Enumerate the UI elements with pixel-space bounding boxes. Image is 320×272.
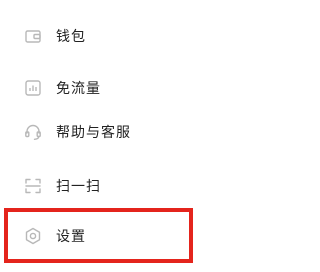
scan-icon [22,175,44,197]
menu-item-label: 免流量 [56,81,101,97]
data-usage-icon [22,77,44,99]
menu-item-label: 帮助与客服 [56,125,131,141]
menu-item-free-data[interactable]: 免流量 [0,68,240,108]
menu-item-scan[interactable]: 扫一扫 [0,166,240,206]
menu-item-settings[interactable]: 设置 [0,216,240,256]
menu-item-label: 钱包 [56,29,86,45]
menu-item-help[interactable]: 帮助与客服 [0,112,240,152]
side-menu: 钱包 免流量 帮助与客服 扫一扫 设置 [0,0,240,272]
wallet-icon [22,25,44,47]
menu-item-label: 扫一扫 [56,179,101,195]
headset-icon [22,121,44,143]
menu-item-label: 设置 [56,229,86,245]
gear-icon [22,225,44,247]
menu-item-wallet[interactable]: 钱包 [0,16,240,56]
